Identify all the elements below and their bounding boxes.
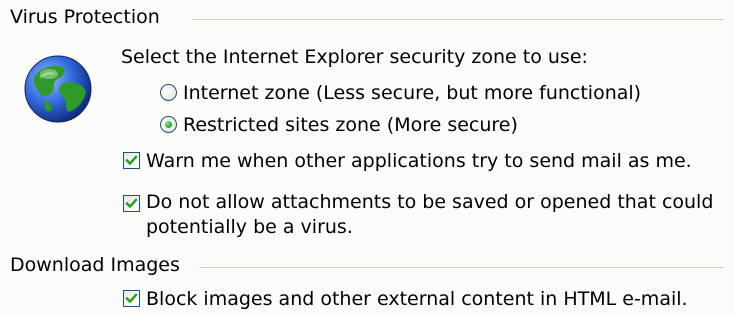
- radio-selected-dot: [165, 121, 172, 128]
- check-mark-icon: [125, 198, 138, 209]
- virus-protection-group-title: Virus Protection: [10, 6, 160, 28]
- check-mark-icon: [125, 155, 138, 166]
- download-images-divider: [199, 267, 724, 268]
- block-images-checkbox[interactable]: [123, 290, 140, 307]
- globe-icon: [22, 52, 94, 124]
- restricted-sites-zone-radio[interactable]: [160, 116, 177, 133]
- check-mark-icon: [125, 293, 138, 304]
- zone-prompt-label: Select the Internet Explorer security zo…: [121, 46, 588, 68]
- internet-zone-radio[interactable]: [160, 84, 177, 101]
- block-attachments-label-line2[interactable]: potentially be a virus.: [146, 215, 353, 239]
- block-attachments-checkbox[interactable]: [123, 195, 140, 212]
- restricted-sites-zone-label[interactable]: Restricted sites zone (More secure): [183, 113, 518, 137]
- warn-mail-checkbox[interactable]: [123, 152, 140, 169]
- block-attachments-label-line1[interactable]: Do not allow attachments to be saved or …: [146, 190, 713, 214]
- download-images-group-title: Download Images: [10, 254, 180, 276]
- block-images-label[interactable]: Block images and other external content …: [146, 287, 688, 311]
- warn-mail-label[interactable]: Warn me when other applications try to s…: [146, 149, 692, 173]
- virus-protection-divider: [192, 19, 724, 20]
- internet-zone-label[interactable]: Internet zone (Less secure, but more fun…: [183, 81, 641, 105]
